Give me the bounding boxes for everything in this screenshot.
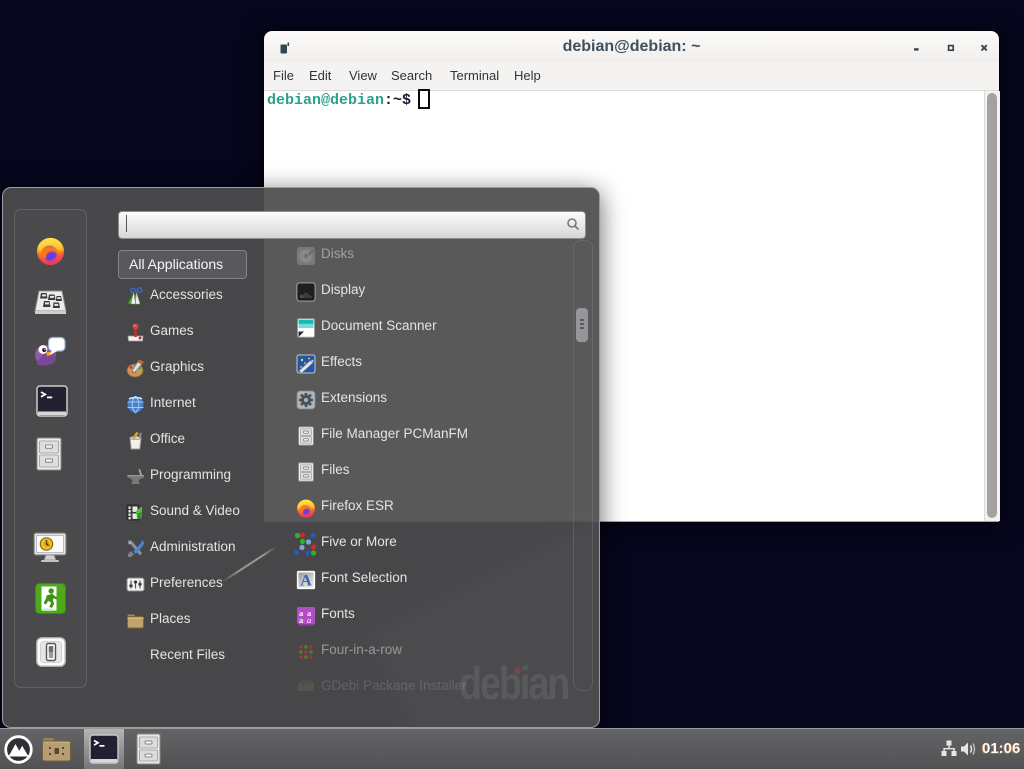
svg-text:A: A xyxy=(300,573,312,590)
svg-text:a: a xyxy=(307,615,311,625)
